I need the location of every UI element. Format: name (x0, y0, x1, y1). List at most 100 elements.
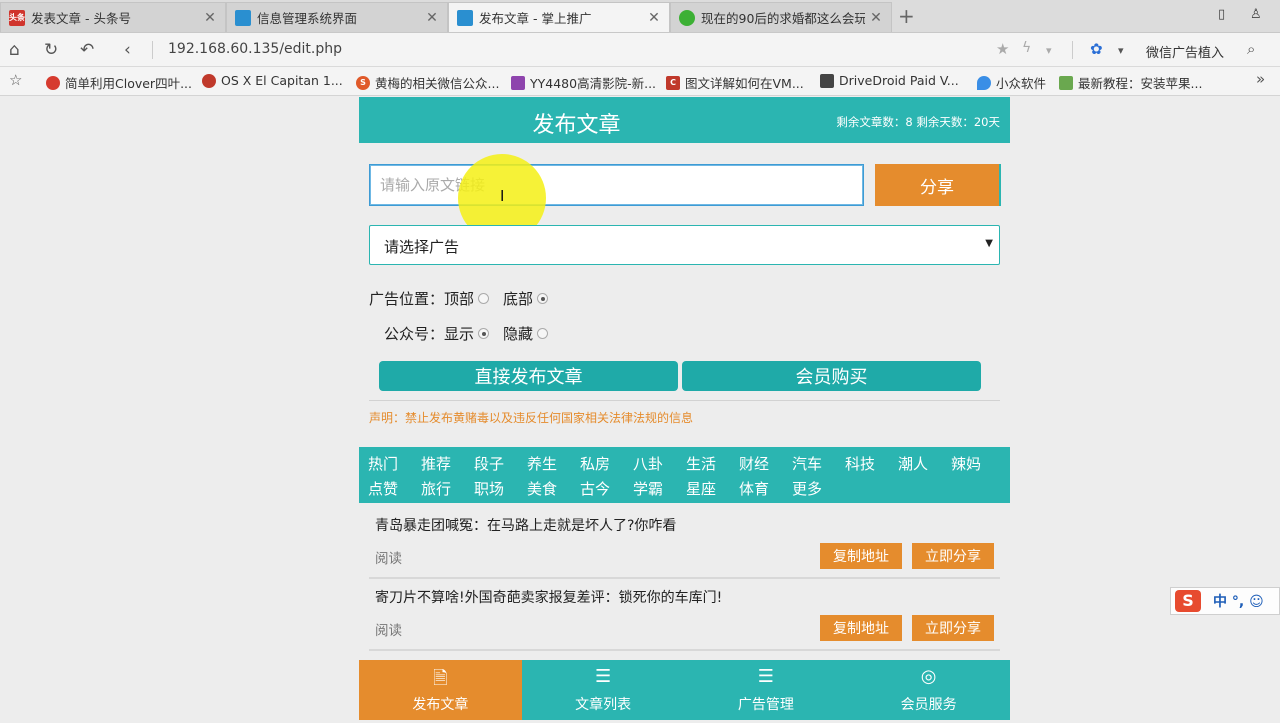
category-item[interactable]: 段子 (474, 453, 504, 474)
bookmark-label: 图文详解如何在VM... (685, 76, 804, 91)
category-item[interactable]: 汽车 (792, 453, 822, 474)
close-icon[interactable]: ✕ (203, 10, 217, 26)
category-item[interactable]: 推荐 (421, 453, 451, 474)
bookmark-label: 小众软件 (996, 76, 1047, 91)
article-title[interactable]: 青岛暴走团喊冤：在马路上走就是坏人了?你咋看 (375, 515, 676, 535)
undo-icon[interactable]: ↶ (80, 40, 94, 60)
category-item[interactable]: 热门 (368, 453, 398, 474)
refresh-icon[interactable]: ↻ (44, 40, 58, 60)
member-buy-button[interactable]: 会员购买 (682, 361, 981, 391)
category-item[interactable]: 辣妈 (951, 453, 981, 474)
bookmark-item[interactable]: DriveDroid Paid V... (820, 73, 959, 88)
category-item[interactable]: 点赞 (368, 478, 398, 499)
category-item[interactable]: 八卦 (633, 453, 663, 474)
tab-title: 现在的90后的求婚都这么会玩 (701, 11, 865, 26)
nav-label: 广告管理 (737, 697, 794, 713)
radio-top[interactable] (478, 293, 490, 304)
category-item[interactable]: 潮人 (898, 453, 928, 474)
shirt-icon[interactable]: ♙ (1250, 7, 1262, 22)
star-outline-icon[interactable]: ☆ (9, 71, 22, 89)
ime-status[interactable]: 中 °, ☺ (1213, 591, 1264, 611)
nav-publish-article[interactable]: 🗎 发布文章 (359, 660, 522, 720)
search-icon[interactable]: ⌕ (1247, 40, 1255, 58)
browser-tab-4[interactable]: 现在的90后的求婚都这么会玩 ✕ (670, 2, 892, 32)
yy-icon (511, 75, 525, 90)
account-row: 公众号： 显示 隐藏 (384, 323, 562, 344)
bookmark-item[interactable]: YY4480高清影院-新... (511, 73, 656, 92)
settings-list-icon: ☰ (757, 666, 774, 687)
sogou-ime-icon: S (1175, 590, 1201, 612)
category-item[interactable]: 私房 (580, 453, 610, 474)
bookmark-label: 最新教程：安装苹果... (1078, 76, 1203, 91)
nav-label: 发布文章 (412, 697, 469, 713)
category-item[interactable]: 旅行 (421, 478, 451, 499)
category-item[interactable]: 职场 (474, 478, 504, 499)
category-item[interactable]: 星座 (686, 478, 716, 499)
bookmarks-bar: ☆ 简单利用Clover四叶... OS X El Capitan 1... S… (0, 67, 1280, 96)
browser-tab-2[interactable]: 信息管理系统界面 ✕ (226, 2, 448, 32)
category-item[interactable]: 科技 (845, 453, 875, 474)
home-icon[interactable]: ⌂ (9, 40, 20, 60)
close-icon[interactable]: ✕ (425, 10, 439, 26)
article-title[interactable]: 寄刀片不算啥!外国奇葩卖家报复差评：锁死你的车库门! (375, 587, 722, 607)
share-now-button[interactable]: 立即分享 (912, 615, 994, 641)
toutiao-icon: 头条 (9, 9, 25, 26)
document-icon: 🗎 (433, 668, 448, 689)
share-now-button[interactable]: 立即分享 (912, 543, 994, 569)
category-item[interactable]: 美食 (527, 478, 557, 499)
radio-bottom[interactable] (537, 293, 549, 304)
publish-page: 发布文章 剩余文章数：8 剩余天数：20天 分享 I 请选择广告 ▼ 广告位置：… (359, 97, 1010, 723)
tab-list-icon[interactable]: ▯ (1218, 7, 1225, 22)
category-item[interactable]: 生活 (686, 453, 716, 474)
nav-member-service[interactable]: ◎ 会员服务 (847, 660, 1010, 720)
disclaimer-text: 声明：禁止发布黄赌毒以及违反任何国家相关法律法规的信息 (369, 411, 694, 425)
ime-toolbar[interactable]: S 中 °, ☺ (1170, 587, 1280, 615)
address-bar[interactable]: 192.168.60.135/edit.php (168, 41, 342, 57)
new-tab-icon[interactable]: + (898, 4, 915, 28)
close-icon[interactable]: ✕ (869, 10, 883, 26)
paw-icon[interactable]: ✿ (1090, 40, 1103, 58)
back-icon[interactable]: ‹ (124, 40, 131, 60)
clover-icon (46, 75, 60, 90)
close-icon[interactable]: ✕ (647, 10, 661, 26)
ad-select[interactable]: 请选择广告 ▼ (369, 225, 1000, 265)
category-item[interactable]: 更多 (792, 478, 822, 499)
bookmark-item[interactable]: C 图文详解如何在VM... (666, 73, 804, 92)
bookmark-label: DriveDroid Paid V... (839, 73, 959, 88)
article-url-input[interactable] (369, 164, 864, 206)
user-icon: ◎ (920, 666, 937, 687)
bookmark-item[interactable]: OS X El Capitan 1... (202, 73, 343, 88)
divider (152, 41, 153, 59)
chevron-down-icon[interactable]: ▾ (1046, 44, 1052, 57)
ad-position-row: 广告位置： 顶部 底部 (369, 288, 562, 309)
copy-link-button[interactable]: 复制地址 (820, 615, 902, 641)
radio-show[interactable] (478, 328, 490, 339)
share-button[interactable]: 分享 (875, 164, 1001, 206)
nav-article-list[interactable]: ☰ 文章列表 (522, 660, 685, 720)
browser-tab-1[interactable]: 头条 发表文章 - 头条号 ✕ (0, 2, 226, 32)
bookmark-label: 简单利用Clover四叶... (65, 76, 192, 91)
bookmark-item[interactable]: 小众软件 (977, 73, 1046, 92)
browser-tab-3[interactable]: 发布文章 - 掌上推广 ✕ (448, 2, 670, 32)
bookmark-item[interactable]: S 黄梅的相关微信公众... (356, 73, 499, 92)
star-icon[interactable]: ★ (996, 40, 1009, 58)
chevron-down-icon[interactable]: ▾ (1118, 44, 1124, 57)
list-icon: ☰ (595, 666, 612, 687)
nav-ad-management[interactable]: ☰ 广告管理 (685, 660, 848, 720)
search-engine-label[interactable]: 微信广告植入 (1146, 42, 1224, 61)
category-item[interactable]: 古今 (580, 478, 610, 499)
category-item[interactable]: 体育 (739, 478, 769, 499)
dropdown-arrow-icon: ▼ (985, 238, 993, 249)
lightning-icon[interactable]: ϟ (1022, 40, 1031, 56)
category-item[interactable]: 财经 (739, 453, 769, 474)
category-item[interactable]: 学霸 (633, 478, 663, 499)
publish-direct-button[interactable]: 直接发布文章 (379, 361, 678, 391)
bookmark-item[interactable]: 简单利用Clover四叶... (46, 73, 192, 92)
bookmark-item[interactable]: 最新教程：安装苹果... (1059, 73, 1202, 92)
more-bookmarks-icon[interactable]: » (1256, 70, 1265, 88)
radio-label: 顶部 (444, 290, 475, 308)
copy-link-button[interactable]: 复制地址 (820, 543, 902, 569)
category-item[interactable]: 养生 (527, 453, 557, 474)
header-bar: 发布文章 剩余文章数：8 剩余天数：20天 (359, 97, 1010, 143)
radio-hide[interactable] (537, 328, 549, 339)
